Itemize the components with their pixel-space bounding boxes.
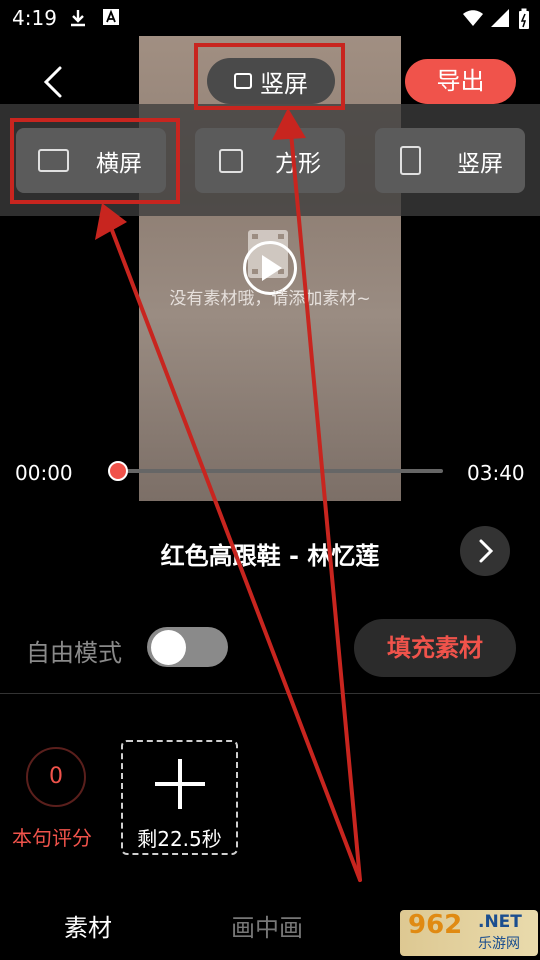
song-title: 红色高跟鞋 - 林忆莲 (160, 542, 380, 570)
progress-track[interactable] (118, 469, 443, 473)
free-mode-label: 自由模式 (26, 639, 122, 667)
remaining-time: 剩22.5秒 (137, 827, 222, 851)
watermark-net: .NET (478, 912, 522, 932)
battery-icon (519, 8, 529, 29)
chevron-right-icon (479, 539, 494, 563)
divider (0, 693, 540, 694)
time-end: 03:40 (467, 461, 525, 485)
tab-picture-in-picture[interactable]: 画中画 (231, 908, 303, 943)
wifi-icon (463, 10, 483, 26)
progress-knob[interactable] (108, 461, 128, 481)
option-square[interactable]: 方形 (195, 128, 345, 193)
score-label: 本句评分 (12, 826, 92, 850)
next-song-button[interactable] (460, 526, 510, 576)
play-icon (262, 255, 282, 281)
option-portrait[interactable]: 竖屏 (375, 128, 525, 193)
status-time: 4:19 (12, 6, 57, 30)
annotation-box-ratio (194, 43, 345, 110)
option-square-label: 方形 (275, 150, 321, 177)
tab-material[interactable]: 素材 (64, 908, 112, 943)
empty-material-text: 没有素材哦，请添加素材~ (169, 289, 371, 309)
status-bar: 4:19 (0, 0, 540, 36)
signal-icon (491, 9, 509, 27)
toggle-knob (151, 630, 186, 665)
fill-material-button[interactable]: 填充素材 (354, 619, 516, 677)
notification-a-icon (103, 9, 119, 25)
annotation-box-landscape (10, 118, 180, 204)
back-arrow-icon[interactable] (36, 62, 72, 102)
plus-icon-vertical (178, 759, 182, 809)
watermark-number: 962 (408, 910, 463, 940)
watermark-cn: 乐游网 (478, 936, 520, 952)
export-button[interactable]: 导出 (405, 59, 516, 104)
option-portrait-label: 竖屏 (457, 150, 503, 177)
time-start: 00:00 (15, 461, 73, 485)
score-circle: 0 (26, 747, 86, 807)
download-icon (71, 10, 85, 27)
square-icon (219, 148, 243, 173)
portrait-icon (400, 146, 421, 175)
